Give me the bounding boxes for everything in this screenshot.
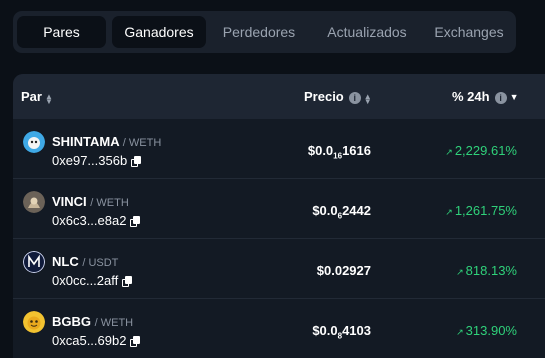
arrow-up-icon: ↗ — [456, 267, 464, 277]
chevron-down-icon[interactable]: ▼ — [510, 75, 519, 120]
change-value: 2,229.61% — [454, 143, 517, 158]
pair-name[interactable]: VINCI / WETH — [52, 194, 129, 209]
change-24h: ↗ 313.90% — [456, 323, 517, 338]
bgbg-token-icon — [23, 311, 45, 333]
pair-quote: / WETH — [122, 137, 162, 149]
price-value: $0.02927 — [317, 263, 371, 278]
tab-perdedores[interactable]: Perdedores — [213, 16, 305, 48]
column-header-change[interactable]: % 24h i ▼ — [452, 74, 519, 119]
pair-symbol: VINCI — [52, 194, 87, 209]
address-text: 0x6c3...e8a2 — [52, 213, 127, 228]
arrow-up-icon: ↗ — [445, 147, 453, 157]
price-digits: 2442 — [342, 203, 371, 218]
change-24h: ↗ 818.13% — [456, 263, 517, 278]
pair-name[interactable]: SHINTAMA / WETH — [52, 134, 161, 149]
tab-ganadores[interactable]: Ganadores — [112, 16, 206, 48]
info-icon[interactable]: i — [494, 91, 507, 104]
pair-quote: / WETH — [94, 317, 134, 329]
column-label-precio: Precio — [304, 89, 344, 104]
price-value: $0.062442 — [312, 203, 371, 221]
change-value: 313.90% — [465, 323, 517, 338]
token-address: 0xca5...69b2 — [52, 333, 141, 348]
token-address: 0x6c3...e8a2 — [52, 213, 141, 228]
pair-quote: / WETH — [90, 197, 129, 209]
price-value: $0.0161616 — [308, 143, 371, 161]
column-header-precio[interactable]: Precio i ▲ ▼ — [304, 74, 372, 119]
tab-exchanges[interactable]: Exchanges — [426, 16, 512, 48]
table-header: Par ▲ ▼ Precio i ▲ ▼ % 24h i ▼ — [13, 74, 545, 119]
address-text: 0xca5...69b2 — [52, 333, 127, 348]
pair-symbol: SHINTAMA — [52, 134, 120, 149]
pair-name[interactable]: NLC / USDT — [52, 254, 118, 269]
column-label-change: % 24h — [452, 89, 490, 104]
price-digits: 4103 — [342, 323, 371, 338]
token-address: 0x0cc...2aff — [52, 273, 133, 288]
price-prefix: $0.0 — [307, 143, 334, 158]
pair-symbol: NLC — [52, 254, 79, 269]
copy-icon[interactable] — [130, 216, 141, 228]
shintama-token-icon — [23, 131, 45, 153]
address-text: 0xe97...356b — [52, 153, 128, 168]
copy-icon[interactable] — [131, 156, 142, 168]
token-address: 0xe97...356b — [52, 153, 142, 168]
copy-icon[interactable] — [130, 336, 141, 348]
price-value: $0.084103 — [312, 323, 371, 341]
change-24h: ↗ 1,261.75% — [445, 203, 517, 218]
table-row[interactable]: NLC / USDT 0x0cc...2aff $0.02927 ↗ 818.13… — [13, 239, 545, 299]
price-prefix: $0.0 — [312, 323, 338, 338]
vinci-token-icon — [23, 191, 45, 213]
filter-tabs: Pares Ganadores Perdedores Actualizados … — [13, 11, 516, 53]
table-row[interactable]: SHINTAMA / WETH 0xe97...356b $0.0161616 … — [13, 119, 545, 179]
pair-symbol: BGBG — [52, 314, 91, 329]
nlc-token-icon — [23, 251, 45, 273]
pair-quote: / USDT — [82, 257, 119, 269]
pairs-table: Par ▲ ▼ Precio i ▲ ▼ % 24h i ▼ SHINTAMA / WETH … — [13, 74, 545, 358]
sort-icon[interactable]: ▲ ▼ — [364, 92, 372, 105]
info-icon[interactable]: i — [348, 91, 361, 104]
tab-pares[interactable]: Pares — [17, 16, 106, 48]
column-header-par[interactable]: Par ▲ ▼ — [21, 74, 53, 119]
arrow-up-icon: ↗ — [456, 327, 464, 337]
change-24h: ↗ 2,229.61% — [445, 143, 517, 158]
change-value: 1,261.75% — [454, 203, 517, 218]
sort-icon[interactable]: ▲ ▼ — [45, 92, 53, 105]
tab-actualizados[interactable]: Actualizados — [315, 16, 419, 48]
price-prefix: $0.02927 — [316, 263, 371, 278]
table-row[interactable]: BGBG / WETH 0xca5...69b2 $0.084103 ↗ 313.… — [13, 299, 545, 358]
table-row[interactable]: VINCI / WETH 0x6c3...e8a2 $0.062442 ↗ 1,2… — [13, 179, 545, 239]
address-text: 0x0cc...2aff — [52, 273, 119, 288]
pair-name[interactable]: BGBG / WETH — [52, 314, 133, 329]
column-label-par: Par — [21, 89, 42, 104]
price-zero-count: 16 — [333, 151, 343, 161]
arrow-up-icon: ↗ — [445, 207, 453, 217]
copy-icon[interactable] — [122, 276, 133, 288]
price-prefix: $0.0 — [312, 203, 338, 218]
change-value: 818.13% — [465, 263, 517, 278]
price-digits: 1616 — [342, 143, 371, 158]
